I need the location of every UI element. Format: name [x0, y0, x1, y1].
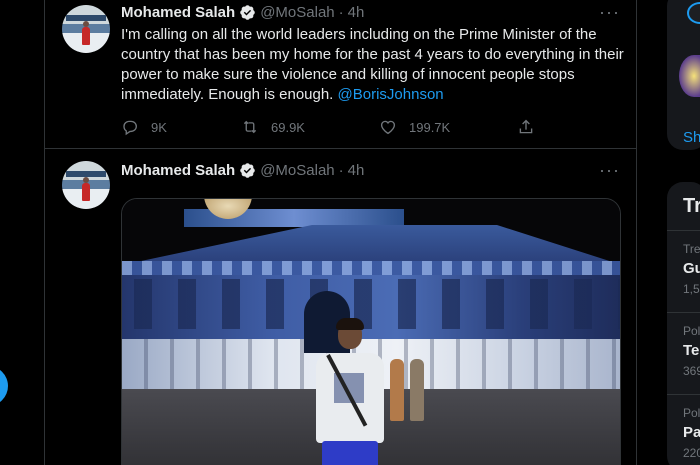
- tweet-timestamp[interactable]: 4h: [348, 4, 365, 21]
- tweet[interactable]: Mohamed Salah @MoSalah · 4h ··· I'm call…: [45, 0, 637, 149]
- trend-item[interactable]: Tre Gu 1,5: [683, 242, 700, 320]
- reply-count: 9K: [151, 119, 167, 135]
- tweet[interactable]: Mohamed Salah @MoSalah · 4h ···: [45, 150, 637, 465]
- separator-dot: ·: [338, 3, 344, 21]
- photo-person: [310, 318, 390, 465]
- trend-item[interactable]: Pol Pa 220: [683, 406, 700, 465]
- trend-count: 369: [683, 364, 700, 378]
- heart-icon: [380, 120, 396, 135]
- show-more-link[interactable]: Sh: [683, 129, 700, 146]
- reply-icon: [123, 120, 137, 136]
- tweet-header: Mohamed Salah @MoSalah · 4h: [121, 160, 364, 180]
- share-button[interactable]: [517, 117, 547, 137]
- right-sidebar: Sh Tr Tre Gu 1,5 Pol Te 369 Pol Pa 220: [638, 0, 700, 465]
- tweet-actions: 9K 69.9K 199.7K: [121, 117, 551, 137]
- avatar-figure: [82, 183, 90, 201]
- photo-bystander: [410, 359, 424, 421]
- left-nav-column: [0, 0, 44, 465]
- avatar[interactable]: [62, 161, 110, 209]
- verified-badge-icon: [240, 162, 255, 178]
- photo-person-shorts: [322, 441, 378, 465]
- like-button[interactable]: 199.7K: [379, 117, 517, 137]
- retweet-button[interactable]: 69.9K: [241, 117, 379, 137]
- trend-item[interactable]: Pol Te 369: [683, 324, 700, 402]
- trend-count: 220: [683, 446, 700, 460]
- avatar[interactable]: [62, 5, 110, 53]
- more-dots-icon[interactable]: ···: [599, 161, 619, 184]
- more-dots-icon[interactable]: ···: [599, 3, 619, 26]
- tweet-timestamp[interactable]: 4h: [348, 162, 365, 179]
- author-name[interactable]: Mohamed Salah: [121, 162, 235, 179]
- divider: [667, 312, 700, 313]
- author-handle[interactable]: @MoSalah: [260, 162, 334, 179]
- photo-tiled-frieze: [122, 261, 620, 275]
- tweet-header: Mohamed Salah @MoSalah · 4h: [121, 2, 364, 22]
- timeline-feed: Mohamed Salah @MoSalah · 4h ··· I'm call…: [44, 0, 637, 465]
- photo-person-hair: [336, 318, 364, 330]
- share-icon: [519, 119, 533, 134]
- mention-link[interactable]: @BorisJohnson: [338, 86, 444, 103]
- trend-title: Pa: [683, 424, 700, 441]
- trends-heading: Tr: [683, 195, 700, 217]
- trend-context: Pol: [683, 406, 700, 420]
- verified-badge-icon: [240, 4, 255, 20]
- trend-title: Gu: [683, 260, 700, 277]
- photo-bystander: [390, 359, 404, 421]
- trend-title: Te: [683, 342, 700, 359]
- divider: [667, 394, 700, 395]
- tweet-text: I'm calling on all the world leaders inc…: [121, 25, 626, 105]
- tweet-photo[interactable]: [121, 198, 621, 465]
- separator-dot: ·: [338, 161, 344, 179]
- divider: [667, 230, 700, 231]
- author-handle[interactable]: @MoSalah: [260, 4, 334, 21]
- retweet-icon: [243, 120, 257, 134]
- retweet-count: 69.9K: [271, 119, 305, 135]
- trend-context: Tre: [683, 242, 700, 256]
- reply-button[interactable]: 9K: [121, 117, 241, 137]
- like-count: 199.7K: [409, 119, 451, 135]
- trend-context: Pol: [683, 324, 700, 338]
- compose-tweet-button[interactable]: [0, 366, 8, 406]
- trend-count: 1,5: [683, 282, 700, 296]
- trends-card: Tr Tre Gu 1,5 Pol Te 369 Pol Pa 220: [667, 182, 700, 465]
- avatar-figure: [82, 27, 90, 45]
- author-name[interactable]: Mohamed Salah: [121, 4, 235, 21]
